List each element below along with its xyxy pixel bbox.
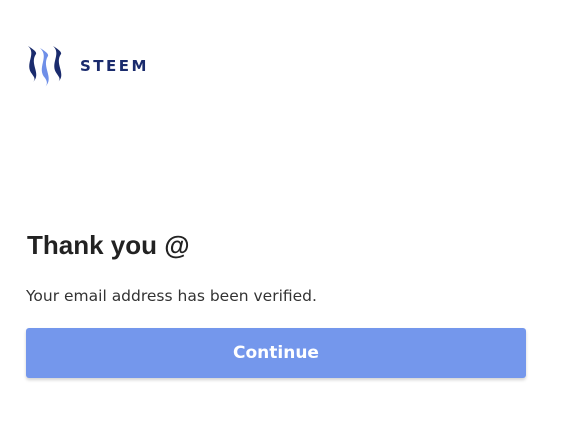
continue-button[interactable]: Continue [26, 328, 526, 378]
redacted-username [200, 226, 360, 272]
steem-logo[interactable]: STEEM [24, 44, 149, 88]
brand-name: STEEM [80, 57, 149, 75]
verification-message: Your email address has been verified. [26, 287, 317, 305]
verification-page: STEEM Thank you @ Your email address has… [0, 0, 561, 422]
steem-logo-icon [28, 46, 62, 87]
page-title: Thank you @ [27, 230, 190, 260]
